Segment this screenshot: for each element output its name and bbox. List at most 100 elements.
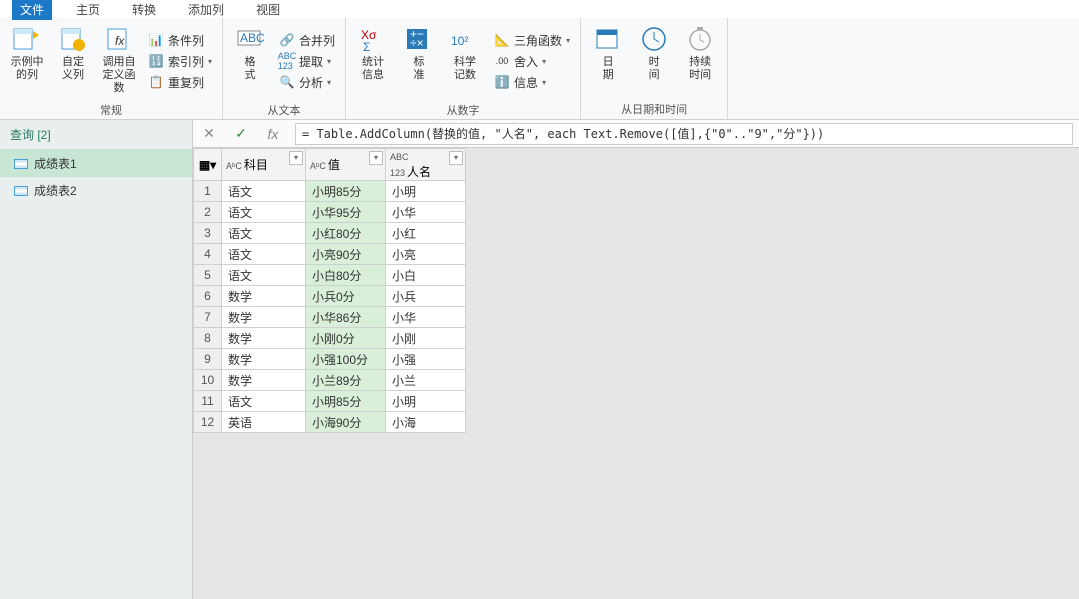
cell-name[interactable]: 小亮: [386, 244, 466, 265]
invoke-fn-button[interactable]: fx 调用自 定义函数: [98, 22, 140, 95]
info-button[interactable]: ℹ️信息▾: [490, 73, 574, 92]
cell-subject[interactable]: 语文: [222, 181, 306, 202]
row-number[interactable]: 6: [194, 286, 222, 307]
data-grid[interactable]: ▦▾ AᵇC科目▾ AᵇC值▾ ABC123人名▾ 1语文小明85分小明2语文小…: [193, 148, 1079, 599]
col-header-value[interactable]: AᵇC值▾: [306, 149, 386, 181]
table-row[interactable]: 11语文小明85分小明: [194, 391, 466, 412]
stats-button[interactable]: XσΣ 统计 信息: [352, 22, 394, 82]
cell-subject[interactable]: 语文: [222, 223, 306, 244]
cell-name[interactable]: 小刚: [386, 328, 466, 349]
table-row[interactable]: 1语文小明85分小明: [194, 181, 466, 202]
row-number[interactable]: 11: [194, 391, 222, 412]
table-row[interactable]: 10数学小兰89分小兰: [194, 370, 466, 391]
row-number[interactable]: 5: [194, 265, 222, 286]
table-corner[interactable]: ▦▾: [194, 149, 222, 181]
cell-subject[interactable]: 语文: [222, 391, 306, 412]
cell-value[interactable]: 小明85分: [306, 391, 386, 412]
tab-transform[interactable]: 转换: [124, 0, 164, 20]
table-row[interactable]: 3语文小红80分小红: [194, 223, 466, 244]
table-row[interactable]: 6数学小兵0分小兵: [194, 286, 466, 307]
table-row[interactable]: 4语文小亮90分小亮: [194, 244, 466, 265]
row-number[interactable]: 1: [194, 181, 222, 202]
col-header-name[interactable]: ABC123人名▾: [386, 149, 466, 181]
cell-name[interactable]: 小红: [386, 223, 466, 244]
group-from-number: XσΣ 统计 信息 +−÷× 标 准 10² 科学 记数 📐三角函数▾ .00舍…: [346, 18, 581, 119]
row-number[interactable]: 10: [194, 370, 222, 391]
cell-subject[interactable]: 语文: [222, 202, 306, 223]
cell-subject[interactable]: 数学: [222, 349, 306, 370]
cell-value[interactable]: 小强100分: [306, 349, 386, 370]
table-row[interactable]: 2语文小华95分小华: [194, 202, 466, 223]
col-header-subject[interactable]: AᵇC科目▾: [222, 149, 306, 181]
cell-value[interactable]: 小亮90分: [306, 244, 386, 265]
cell-name[interactable]: 小白: [386, 265, 466, 286]
col-from-examples-button[interactable]: 示例中 的列: [6, 22, 48, 82]
cell-name[interactable]: 小华: [386, 202, 466, 223]
row-number[interactable]: 9: [194, 349, 222, 370]
extract-button[interactable]: ABC123提取▾: [275, 52, 339, 71]
date-button[interactable]: 日 期: [587, 22, 629, 82]
cell-subject[interactable]: 数学: [222, 328, 306, 349]
cell-subject[interactable]: 数学: [222, 370, 306, 391]
cell-value[interactable]: 小明85分: [306, 181, 386, 202]
filter-icon[interactable]: ▾: [449, 151, 463, 165]
formula-input[interactable]: [295, 123, 1073, 145]
row-number[interactable]: 3: [194, 223, 222, 244]
cell-value[interactable]: 小华86分: [306, 307, 386, 328]
svg-text:10²: 10²: [451, 34, 468, 48]
row-number[interactable]: 12: [194, 412, 222, 433]
cell-value[interactable]: 小刚0分: [306, 328, 386, 349]
scientific-button[interactable]: 10² 科学 记数: [444, 22, 486, 82]
cell-value[interactable]: 小兰89分: [306, 370, 386, 391]
queries-header[interactable]: 查询 [2]: [0, 120, 192, 150]
time-button[interactable]: 时 间: [633, 22, 675, 82]
tab-view[interactable]: 视图: [248, 0, 288, 20]
row-number[interactable]: 7: [194, 307, 222, 328]
parse-button[interactable]: 🔍分析▾: [275, 73, 339, 92]
cell-value[interactable]: 小华95分: [306, 202, 386, 223]
custom-col-button[interactable]: 自定 义列: [52, 22, 94, 82]
cell-name[interactable]: 小明: [386, 181, 466, 202]
cell-name[interactable]: 小强: [386, 349, 466, 370]
query-item[interactable]: 成绩表2: [0, 177, 192, 204]
filter-icon[interactable]: ▾: [369, 151, 383, 165]
cell-subject[interactable]: 数学: [222, 286, 306, 307]
cell-subject[interactable]: 语文: [222, 265, 306, 286]
cell-value[interactable]: 小兵0分: [306, 286, 386, 307]
table-row[interactable]: 5语文小白80分小白: [194, 265, 466, 286]
filter-icon[interactable]: ▾: [289, 151, 303, 165]
cell-value[interactable]: 小红80分: [306, 223, 386, 244]
query-item[interactable]: 成绩表1: [0, 150, 192, 177]
cell-name[interactable]: 小兵: [386, 286, 466, 307]
index-col-button[interactable]: 🔢索引列▾: [144, 52, 216, 71]
cancel-formula-button[interactable]: ✕: [193, 125, 225, 142]
standard-button[interactable]: +−÷× 标 准: [398, 22, 440, 82]
conditional-col-button[interactable]: 📊条件列: [144, 31, 216, 50]
trig-button[interactable]: 📐三角函数▾: [490, 31, 574, 50]
tab-file[interactable]: 文件: [12, 0, 52, 20]
cell-subject[interactable]: 数学: [222, 307, 306, 328]
table-row[interactable]: 12英语小海90分小海: [194, 412, 466, 433]
duplicate-col-button[interactable]: 📋重复列: [144, 73, 216, 92]
cell-name[interactable]: 小明: [386, 391, 466, 412]
cell-value[interactable]: 小白80分: [306, 265, 386, 286]
cell-subject[interactable]: 语文: [222, 244, 306, 265]
row-number[interactable]: 2: [194, 202, 222, 223]
cell-subject[interactable]: 英语: [222, 412, 306, 433]
format-button[interactable]: ABC 格 式: [229, 22, 271, 82]
cell-name[interactable]: 小兰: [386, 370, 466, 391]
cell-name[interactable]: 小华: [386, 307, 466, 328]
cell-name[interactable]: 小海: [386, 412, 466, 433]
round-button[interactable]: .00舍入▾: [490, 52, 574, 71]
tab-add-column[interactable]: 添加列: [180, 0, 232, 20]
table-row[interactable]: 7数学小华86分小华: [194, 307, 466, 328]
table-row[interactable]: 9数学小强100分小强: [194, 349, 466, 370]
duration-button[interactable]: 持续 时间: [679, 22, 721, 82]
row-number[interactable]: 8: [194, 328, 222, 349]
row-number[interactable]: 4: [194, 244, 222, 265]
commit-formula-button[interactable]: ✓: [225, 125, 257, 142]
cell-value[interactable]: 小海90分: [306, 412, 386, 433]
table-row[interactable]: 8数学小刚0分小刚: [194, 328, 466, 349]
merge-cols-button[interactable]: 🔗合并列: [275, 31, 339, 50]
tab-home[interactable]: 主页: [68, 0, 108, 20]
